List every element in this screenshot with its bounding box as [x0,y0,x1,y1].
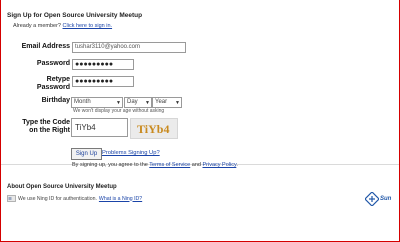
dropdown-arrow-icon: ▼ [175,100,180,106]
captcha-image: TiYb4 [130,118,178,139]
sign-in-link[interactable]: Click here to sign in. [63,23,113,29]
email-label: Email Address [21,43,70,50]
password-label: Password [36,60,70,67]
day-select[interactable]: Day ▼ [124,97,152,108]
retype-password-field[interactable]: ●●●●●●●●● [72,76,134,87]
password-field[interactable]: ●●●●●●●●● [72,59,134,70]
ning-text: We use Ning ID for authentication. [18,195,97,202]
form-heading: Sign Up for Open Source University Meetu… [7,12,143,19]
captcha-label: Type the Code on the Right [22,119,70,135]
captcha-label-line-2: on the Right [29,127,70,134]
terms-suffix: . [236,162,238,168]
retype-password-label: Retype Password [37,76,70,92]
terms-prefix: By signing up, you agree to the [72,162,148,168]
day-select-value: Day [127,99,138,105]
captcha-label-line-1: Type the Code [22,119,70,126]
sun-logo-icon [365,192,379,206]
already-member-text: Already a member? [13,23,61,29]
captcha-input[interactable]: TiYb4 [71,118,128,137]
month-select-value: Month [74,99,91,105]
birthday-label: Birthday [41,97,70,104]
terms-line: By signing up, you agree to the Terms of… [72,162,238,168]
year-select[interactable]: Year ▼ [152,97,182,108]
dropdown-arrow-icon: ▼ [116,100,121,106]
month-select[interactable]: Month ▼ [71,97,123,108]
sun-logo-text: Sun [380,196,392,202]
dropdown-arrow-icon: ▼ [145,100,150,106]
terms-of-service-link[interactable]: Terms of Service [149,162,190,168]
email-field[interactable]: tushar3110@yahoo.com [72,42,186,53]
what-is-ning-id-link[interactable]: What is a Ning ID? [99,196,142,202]
about-heading: About Open Source University Meetup [7,184,117,190]
captcha-image-text: TiYb4 [137,122,169,136]
retype-label-line-1: Retype [46,76,70,83]
sign-up-button[interactable]: Sign Up [71,148,102,160]
retype-label-line-2: Password [36,84,70,91]
year-select-value: Year [155,99,168,105]
already-member-line: Already a member? Click here to sign in. [13,23,112,29]
ning-id-icon [7,195,16,202]
privacy-policy-link[interactable]: Privacy Policy [203,162,237,168]
ning-line: We use Ning ID for authentication. What … [7,195,142,202]
terms-and: and [191,162,201,168]
problems-signing-up-link[interactable]: Problems Signing Up? [102,150,160,156]
birthday-note: We won't display your age without asking [73,108,165,114]
